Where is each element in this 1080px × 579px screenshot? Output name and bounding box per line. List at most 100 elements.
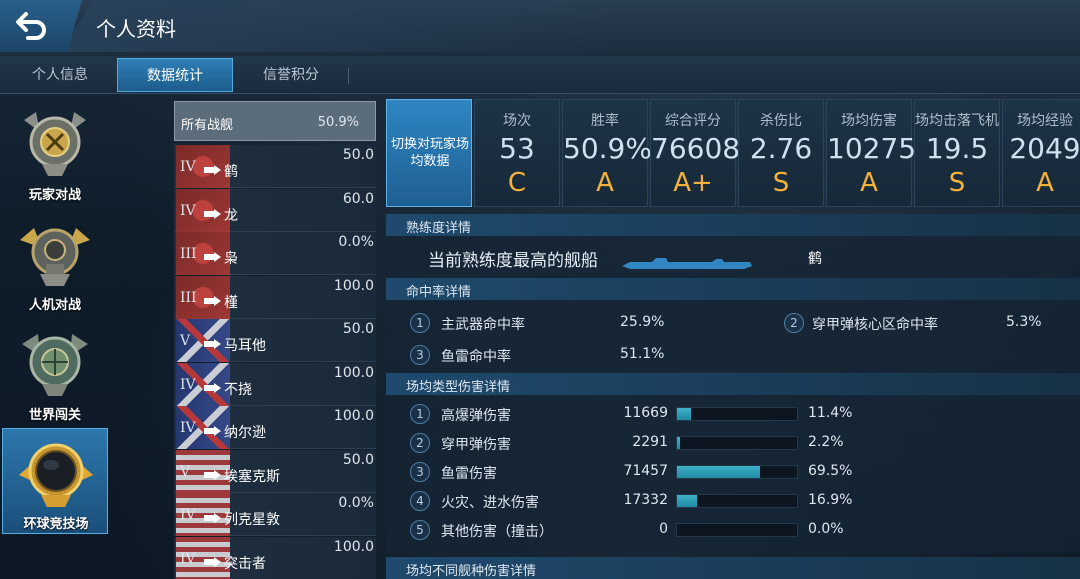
ship-row[interactable]: IV 鹤 50.0 (174, 145, 376, 188)
stat-label: 场均经验 (1017, 113, 1073, 129)
ship-name: 列克星敦 (224, 512, 280, 528)
damage-bar (676, 494, 798, 508)
stat-label: 场均伤害 (841, 113, 897, 129)
stat-grade: C (507, 168, 527, 198)
ship-name: 龙 (224, 207, 238, 224)
stat-grade: S (948, 168, 966, 198)
ship-row[interactable]: III 槿 100.0 (174, 275, 376, 319)
ship-row[interactable]: IV 不挠 100.0 (174, 362, 376, 406)
damage-bar-fill (677, 495, 698, 507)
ship-row[interactable]: IV 列克星敦 0.0% (174, 493, 376, 536)
ship-class-icon (204, 335, 222, 354)
stat-grade: A+ (673, 168, 713, 198)
mastery-label: 当前熟练度最高的舰船 (428, 251, 598, 271)
ship-winrate: 0.0% (338, 495, 374, 511)
ship-all-label: 所有战舰 (181, 118, 234, 133)
stat-label: 胜率 (591, 113, 619, 129)
section-damage-title: 场均类型伤害详情 (406, 380, 511, 395)
damage-value: 2291 (632, 434, 668, 450)
nav-item-world[interactable]: 世界闯关 (2, 320, 108, 426)
damage-bar (676, 523, 798, 537)
ship-tier: IV (180, 376, 196, 393)
accuracy-label: 鱼雷命中率 (441, 349, 511, 365)
accuracy-label: 主武器命中率 (441, 317, 525, 333)
damage-bar-fill (677, 437, 680, 449)
ship-list[interactable]: 所有战舰 50.9% IV 鹤 50.0 IV 龙 60.0 III 枭 0.0% III 槿 100… (174, 101, 376, 579)
tab-personal-info[interactable]: 个人信息 (2, 58, 118, 92)
ship-class-icon (204, 466, 222, 485)
back-arrow-icon (16, 12, 46, 40)
ship-row[interactable]: IV 龙 60.0 (174, 188, 376, 232)
world-emblem-icon (22, 334, 88, 396)
ship-list-all[interactable]: 所有战舰 50.9% (174, 101, 376, 141)
accuracy-label: 穿甲弹核心区命中率 (812, 317, 938, 333)
stat-card: 场均击落飞机 19.5 S (914, 99, 1000, 207)
section-shiptype-header: 场均不同舰种伤害详情 (386, 557, 1080, 579)
ship-class-icon (204, 379, 222, 398)
stat-card: 场均经验 2049 A (1002, 99, 1080, 207)
ship-row[interactable]: V 埃塞克斯 50.0 (174, 449, 376, 493)
nav-item-arena[interactable]: 环球竞技场 (2, 428, 108, 534)
stat-grade: S (772, 168, 790, 198)
ship-tier: IV (180, 420, 196, 436)
row-index-badge: 2 (784, 313, 804, 333)
stat-value: 2.76 (749, 132, 813, 165)
section-mastery-header: 熟练度详情 (386, 214, 1080, 236)
damage-bar (676, 436, 798, 450)
ship-row[interactable]: V 马耳他 50.0 (174, 319, 376, 362)
damage-pct: 2.2% (808, 434, 844, 450)
ship-tier: V (180, 333, 191, 349)
page-title: 个人资料 (96, 17, 176, 41)
ship-winrate: 100.0 (333, 538, 374, 555)
stat-value: 53 (499, 132, 535, 165)
accuracy-pct: 51.1% (620, 346, 665, 362)
section-accuracy-header: 命中率详情 (386, 278, 1080, 300)
damage-pct: 69.5% (808, 463, 853, 479)
tab-divider (348, 68, 349, 84)
section-shiptype-title: 场均不同舰种伤害详情 (406, 564, 537, 579)
ship-class-icon (204, 292, 222, 311)
tab-data-stats[interactable]: 数据统计 (117, 58, 233, 92)
ship-tier: IV (180, 202, 196, 219)
ship-winrate: 50.0 (342, 147, 374, 163)
damage-pct: 16.9% (808, 492, 853, 508)
stat-label: 杀伤比 (760, 113, 802, 129)
damage-label: 高爆弹伤害 (441, 408, 511, 424)
switch-line2: 均数据 (410, 154, 450, 169)
switch-avg-data-button[interactable]: 切换对玩家场 均数据 (386, 99, 472, 207)
mode-nav: 玩家对战 人机对战 世界闯关 环球竞技场 (0, 96, 110, 579)
ship-winrate: 100.0 (333, 408, 374, 424)
stat-card: 场次 53 C (474, 99, 560, 207)
ship-name: 鹤 (224, 164, 238, 180)
ship-winrate: 100.0 (333, 277, 374, 294)
ship-silhouette-icon (622, 258, 752, 269)
ship-tier: III (180, 246, 197, 262)
header-bar: 个人资料 (0, 0, 1080, 56)
ship-row[interactable]: IV 纳尔逊 100.0 (174, 406, 376, 449)
stat-value: 2049 (1009, 132, 1080, 165)
tab-credit-score[interactable]: 信誉积分 (233, 58, 349, 92)
stat-card: 杀伤比 2.76 S (738, 99, 824, 207)
ship-class-icon (204, 509, 222, 528)
ship-name: 枭 (224, 251, 238, 267)
nav-item-pvp[interactable]: 玩家对战 (2, 100, 108, 206)
accuracy-pct: 5.3% (1006, 314, 1042, 330)
pve-emblem-icon (20, 228, 90, 286)
ship-name: 不挠 (224, 381, 252, 398)
ship-class-icon (204, 161, 222, 180)
row-index-badge: 3 (410, 462, 430, 482)
ship-tier: IV (180, 507, 196, 523)
stat-card: 综合评分 76608 A+ (650, 99, 740, 207)
ship-row[interactable]: IV 突击者 100.0 (174, 536, 376, 579)
ship-winrate: 50.0 (342, 451, 374, 468)
switch-line1: 切换对玩家场 (390, 137, 469, 152)
nav-item-pve[interactable]: 人机对战 (2, 210, 108, 316)
ship-row[interactable]: III 枭 0.0% (174, 232, 376, 275)
ship-winrate: 0.0% (338, 234, 374, 250)
ship-class-icon (204, 553, 222, 572)
ship-class-icon (204, 422, 222, 441)
damage-bar (676, 465, 798, 479)
ship-name: 突击者 (224, 555, 266, 572)
ship-tier: IV (180, 550, 196, 567)
tab-bar: 个人信息 数据统计 信誉积分 (0, 56, 1080, 94)
